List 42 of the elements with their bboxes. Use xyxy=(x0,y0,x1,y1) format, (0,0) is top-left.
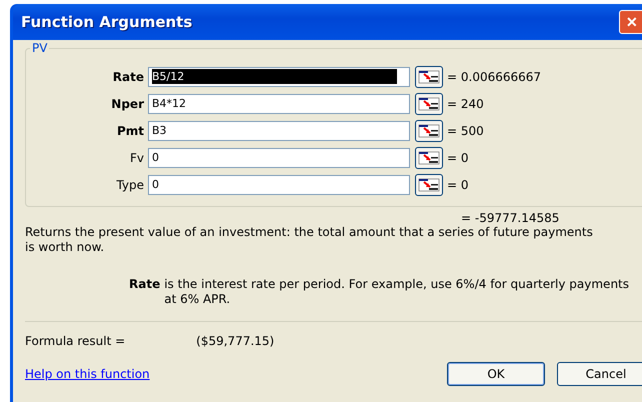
argument-label: Nper xyxy=(110,96,145,110)
argument-result: = 240 xyxy=(447,96,484,110)
field-value: 0 xyxy=(152,150,159,165)
argument-description: is the interest rate per period. For example, use 6%/4 for quarterly payments at 6% APR. xyxy=(164,277,629,307)
argument-label: Rate xyxy=(112,70,145,84)
dialog-button[interactable]: Cancel xyxy=(557,362,642,386)
range-picker-button[interactable] xyxy=(415,92,443,114)
range-picker-button[interactable] xyxy=(415,66,443,88)
argument-result: = 0.006666667 xyxy=(447,70,542,84)
function-description: Returns the present value of an investment: the total amount that a series of future payments is worth now. xyxy=(25,225,594,255)
field-value: B3 xyxy=(152,123,167,138)
argument-label: Fv xyxy=(128,150,145,164)
range-picker-icon xyxy=(418,96,440,110)
input-field[interactable]: B3 xyxy=(148,120,410,140)
argument-result: = 0 xyxy=(447,178,469,192)
group-title: PV xyxy=(30,41,50,55)
range-picker-button[interactable] xyxy=(415,146,443,168)
window-title: Function Arguments xyxy=(20,13,192,31)
function-result: = -59777.14585 xyxy=(461,211,560,225)
input-field[interactable]: B5/12 xyxy=(148,66,410,86)
argument-label: Type xyxy=(115,178,145,192)
field-value: B5/12 xyxy=(152,69,397,84)
field-value: B4*12 xyxy=(152,96,186,111)
formula-result-value: ($59,777.15) xyxy=(196,334,274,348)
formula-result-label: Formula result = xyxy=(25,334,126,348)
input-field[interactable]: B4*12 xyxy=(148,94,410,114)
range-picker-button[interactable] xyxy=(415,120,443,142)
field-value: 0 xyxy=(152,177,159,192)
argument-result: = 0 xyxy=(447,150,469,164)
argument-result: = 500 xyxy=(447,124,484,138)
range-picker-icon xyxy=(418,150,440,164)
range-picker-icon xyxy=(418,178,440,192)
range-picker-icon xyxy=(418,70,440,84)
help-link[interactable]: Help on this function xyxy=(25,367,150,381)
range-picker-icon xyxy=(418,124,440,138)
dialog-button[interactable]: OK xyxy=(447,362,545,386)
range-picker-button[interactable] xyxy=(415,174,443,196)
close-button[interactable]: ✕ xyxy=(619,10,642,34)
argument-label: Pmt xyxy=(116,124,145,138)
input-field[interactable]: 0 xyxy=(148,148,410,168)
input-field[interactable]: 0 xyxy=(148,174,410,194)
argument-name: Rate xyxy=(129,277,160,293)
